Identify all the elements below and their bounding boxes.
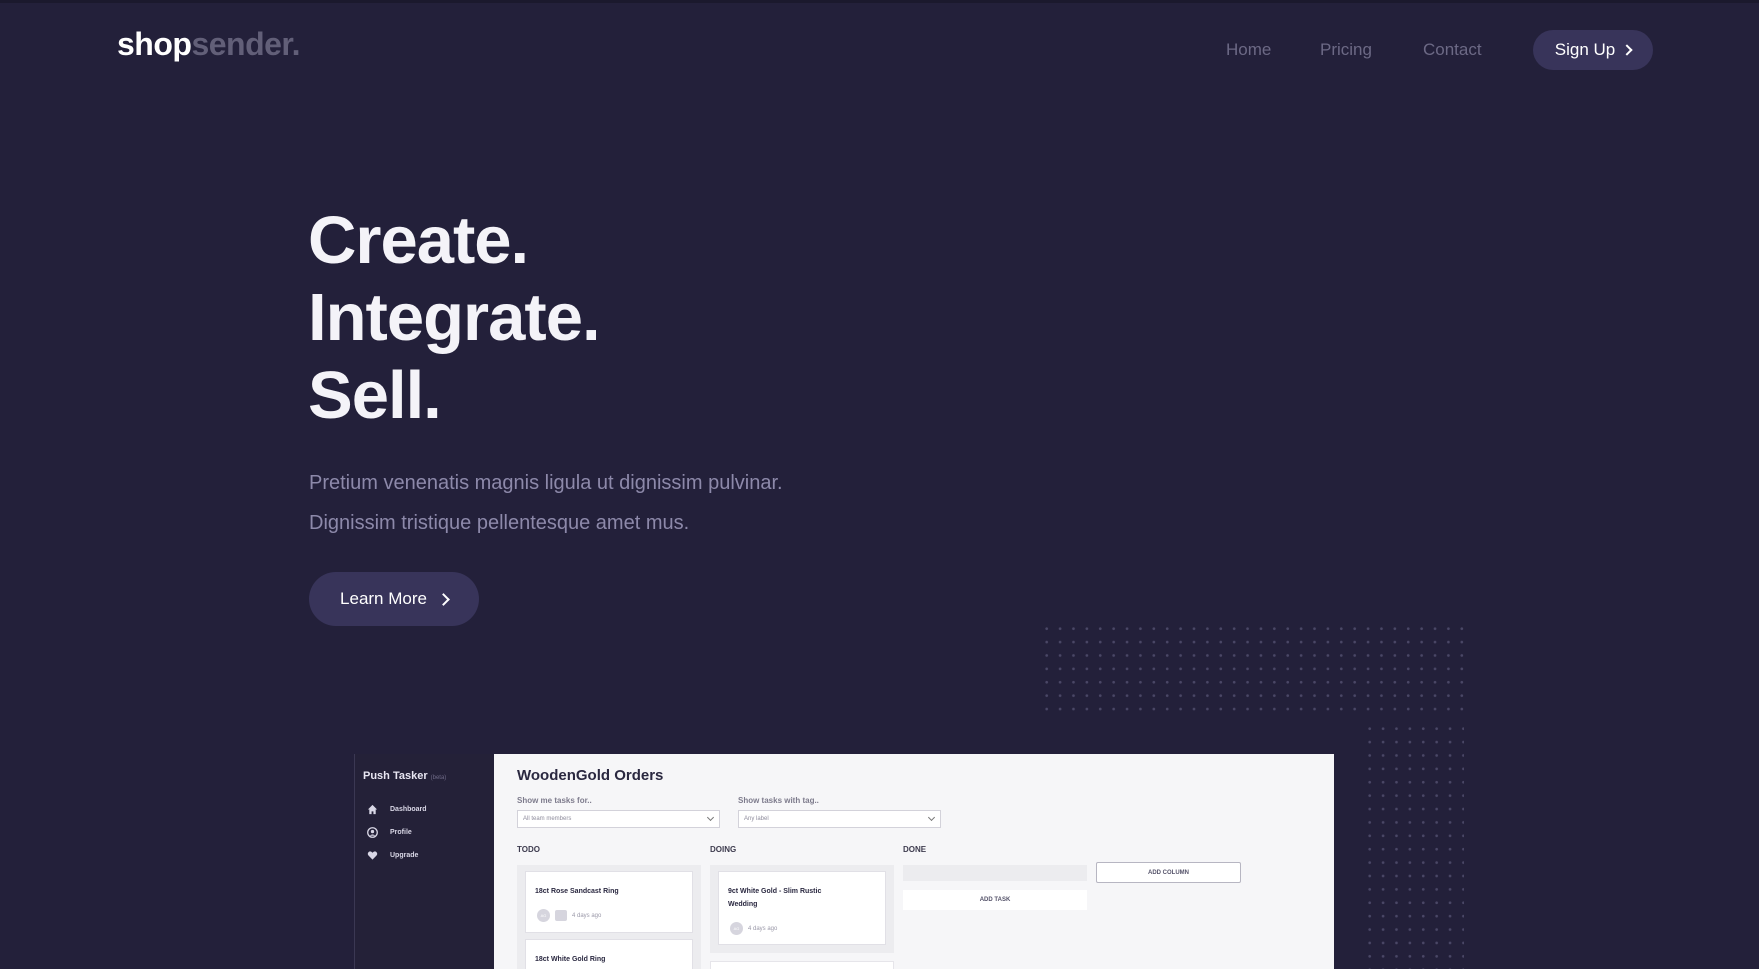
column-title-todo: TODO bbox=[517, 845, 540, 854]
task-title: 18ct Rose Sandcast Ring bbox=[535, 888, 619, 895]
chevron-down-icon bbox=[706, 813, 715, 822]
mockup-sidebar-label: Dashboard bbox=[390, 806, 427, 813]
task-time: 4 days ago bbox=[572, 912, 602, 919]
mockup-sidebar-label: Profile bbox=[390, 829, 412, 836]
learn-more-button[interactable]: Learn More bbox=[309, 572, 479, 626]
logo-part-sender: sender. bbox=[191, 26, 300, 62]
nav-link-home[interactable]: Home bbox=[1226, 40, 1271, 60]
mockup-main-panel: WoodenGold Orders Show me tasks for.. Al… bbox=[494, 754, 1334, 969]
task-title-line: Wedding bbox=[728, 901, 758, 909]
filter-select-value: All team members bbox=[523, 816, 572, 822]
task-title-line: 9ct White Gold - Slim Rustic bbox=[728, 888, 822, 895]
sign-up-button[interactable]: Sign Up bbox=[1533, 30, 1653, 70]
task-card[interactable]: 9ct White Gold - Slim Rustic Wedding AG … bbox=[718, 871, 886, 945]
hero-line-sell: Sell. bbox=[308, 358, 442, 433]
avatar: AG bbox=[537, 909, 550, 922]
hero-line-integrate: Integrate. bbox=[308, 280, 601, 355]
hero-line-create: Create. bbox=[308, 203, 529, 278]
column-title-done: DONE bbox=[903, 845, 927, 854]
dot-pattern-right bbox=[1363, 722, 1464, 969]
filter-label-members: Show me tasks for.. bbox=[517, 796, 592, 805]
column-todo: 18ct Rose Sandcast Ring AG 4 days ago 18… bbox=[517, 865, 701, 969]
hero-subtitle-line-1: Pretium venenatis magnis ligula ut digni… bbox=[309, 472, 783, 494]
heart-icon bbox=[367, 851, 378, 860]
comment-icon bbox=[555, 910, 567, 921]
column-doing: 9ct White Gold - Slim Rustic Wedding AG … bbox=[710, 865, 894, 953]
task-title: 18ct White Gold Ring bbox=[535, 956, 606, 963]
mockup-sidebar-item-upgrade[interactable]: Upgrade bbox=[367, 850, 418, 861]
mockup-sidebar-item-dashboard[interactable]: Dashboard bbox=[367, 804, 427, 815]
task-card[interactable]: 18ct Rose Sandcast Ring AG 4 days ago bbox=[525, 871, 693, 933]
filter-label-tag: Show tasks with tag.. bbox=[738, 796, 819, 805]
filter-select-value: Any label bbox=[744, 816, 769, 822]
add-column-button[interactable]: ADD COLUMN bbox=[1096, 862, 1241, 883]
logo-part-shop: shop bbox=[117, 26, 192, 62]
mockup-sidebar-item-profile[interactable]: Profile bbox=[367, 827, 412, 838]
task-meta: AG 4 days ago bbox=[730, 922, 777, 935]
logo[interactable]: shopsender. bbox=[117, 26, 300, 63]
mockup-sidebar-label: Upgrade bbox=[390, 852, 419, 859]
chevron-right-icon bbox=[1621, 44, 1633, 56]
mockup-app-title: Push Tasker (beta) bbox=[363, 770, 446, 782]
beta-badge: (beta) bbox=[430, 775, 447, 781]
mockup-sidebar: Push Tasker (beta) Dashboard Profile Upgr… bbox=[354, 754, 494, 969]
add-task-button-doing[interactable] bbox=[710, 961, 894, 969]
column-title-doing: DOING bbox=[710, 845, 737, 854]
task-time: 4 days ago bbox=[748, 925, 778, 932]
hero-subtitle-line-2: Dignissim tristique pellentesque amet mu… bbox=[309, 512, 690, 534]
task-card[interactable]: 18ct White Gold Ring bbox=[525, 939, 693, 969]
chevron-right-icon bbox=[437, 592, 450, 606]
top-border bbox=[0, 0, 1759, 3]
mockup-board-title: WoodenGold Orders bbox=[517, 767, 664, 784]
dot-pattern-top bbox=[1040, 622, 1464, 718]
user-icon bbox=[367, 827, 378, 838]
chevron-down-icon bbox=[927, 813, 936, 822]
home-icon bbox=[367, 804, 378, 815]
add-task-button[interactable]: ADD TASK bbox=[903, 890, 1087, 910]
filter-select-tag[interactable]: Any label bbox=[738, 810, 941, 828]
task-title: 9ct White Gold - Slim Rustic Wedding bbox=[728, 885, 821, 912]
filter-select-members[interactable]: All team members bbox=[517, 810, 720, 828]
new-task-input[interactable] bbox=[903, 865, 1087, 881]
nav-link-pricing[interactable]: Pricing bbox=[1320, 40, 1372, 60]
task-meta: AG 4 days ago bbox=[537, 909, 601, 922]
avatar: AG bbox=[730, 922, 743, 935]
learn-more-label: Learn More bbox=[340, 589, 427, 608]
sign-up-label: Sign Up bbox=[1554, 40, 1616, 59]
nav-link-contact[interactable]: Contact bbox=[1423, 40, 1482, 60]
mockup-app-name: Push Tasker bbox=[363, 770, 428, 782]
